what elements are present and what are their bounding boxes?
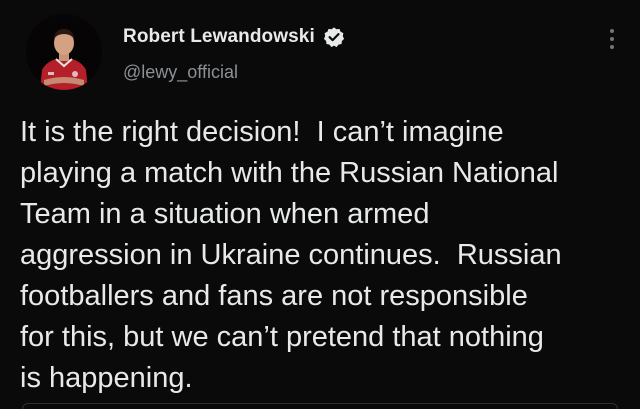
tweet-card: Robert Lewandowski @lewy_official It is …	[0, 0, 640, 409]
more-options-icon[interactable]	[604, 24, 620, 54]
tweet-text-line: for this, but we can’t pretend that noth…	[20, 321, 544, 353]
tweet-text-line: aggression in Ukraine continues. Russian	[20, 239, 562, 271]
tweet-text-line: is happening.	[20, 362, 193, 394]
more-dot	[610, 45, 614, 49]
tweet-text-line: playing a match with the Russian Nationa…	[20, 157, 559, 189]
tweet-text-line: Team in a situation when armed	[20, 198, 430, 230]
embedded-card-edge	[22, 403, 618, 409]
verified-badge-icon	[323, 26, 345, 48]
avatar-image	[26, 14, 102, 90]
avatar[interactable]	[26, 14, 102, 90]
tweet-text-line: footballers and fans are not responsible	[20, 280, 528, 312]
author-display-name[interactable]: Robert Lewandowski	[123, 26, 315, 48]
tweet-text-line: It is the right decision! I can’t imagin…	[20, 116, 504, 148]
tweet-text: It is the right decision! I can’t imagin…	[20, 112, 632, 399]
more-dot	[610, 37, 614, 41]
more-dot	[610, 29, 614, 33]
author-handle[interactable]: @lewy_official	[123, 62, 238, 83]
author-name-row: Robert Lewandowski	[123, 26, 345, 48]
